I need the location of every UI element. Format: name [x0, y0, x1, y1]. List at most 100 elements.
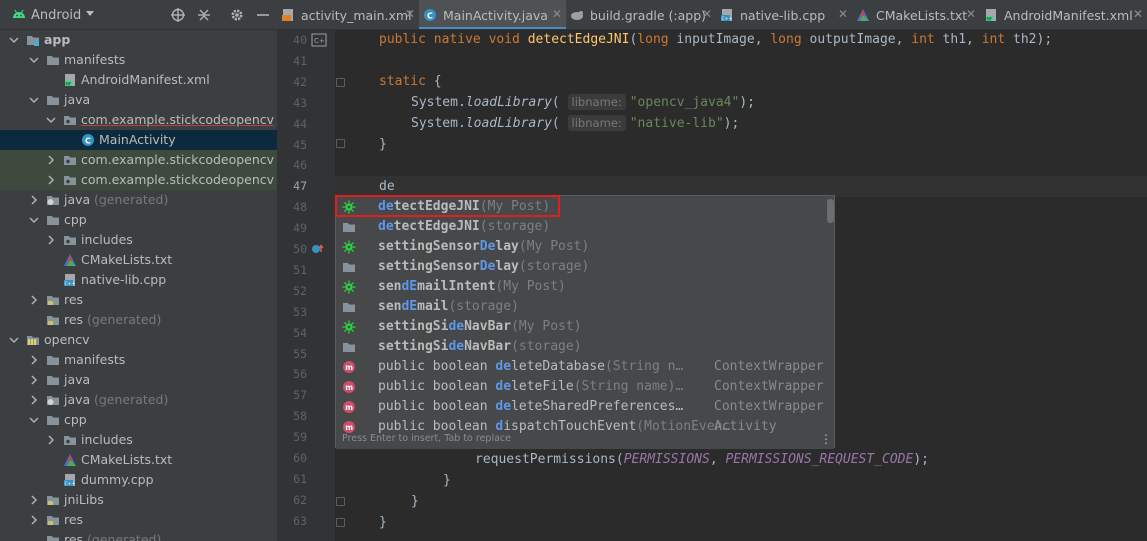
manifest-file-icon: MF [63, 73, 77, 87]
completion-item[interactable]: settingSideNavBar(storage) [336, 337, 834, 357]
chevron-down-icon[interactable] [8, 34, 20, 46]
tree-item-label: MainActivity [99, 132, 176, 147]
chevron-down-icon[interactable] [28, 214, 40, 226]
collapse-all-icon[interactable] [196, 7, 212, 23]
tree-item[interactable]: java (generated) [0, 190, 277, 210]
chevron-right-icon[interactable] [45, 174, 57, 186]
cmake-icon [63, 453, 77, 467]
completion-item[interactable]: settingSideNavBar(My Post) [336, 317, 834, 337]
chevron-right-icon[interactable] [28, 354, 40, 366]
tree-item[interactable]: com.example.stickcodeopencv [0, 110, 277, 130]
res-folder-icon [46, 513, 60, 527]
tree-item[interactable]: CMakeLists.txt [0, 450, 277, 470]
tree-item[interactable]: C++ native-lib.cpp [0, 270, 277, 290]
line-number: 43 [293, 95, 307, 110]
tree-item[interactable]: includes [0, 230, 277, 250]
line-number: 52 [293, 283, 307, 298]
completion-item[interactable]: settingSensorDelay(storage) [336, 257, 834, 277]
chevron-down-icon[interactable] [8, 334, 20, 346]
chevron-down-icon[interactable] [28, 54, 40, 66]
tree-item[interactable]: java [0, 90, 277, 110]
line-number: 42 [293, 74, 307, 89]
chevron-right-icon[interactable] [28, 374, 40, 386]
project-view-selector[interactable]: Android [31, 8, 81, 23]
tree-item-label: CMakeLists.txt [81, 252, 173, 267]
method-icon: m [342, 380, 356, 394]
completion-item[interactable]: detectEdgeJNI(storage) [336, 217, 834, 237]
fold-marker[interactable] [336, 139, 345, 148]
tree-item[interactable]: cpp [0, 210, 277, 230]
editor-tab[interactable]: activity_main.xml ✕ [277, 0, 419, 29]
tree-item[interactable]: res (generated) [0, 310, 277, 330]
tree-item[interactable]: CMakeLists.txt [0, 250, 277, 270]
close-icon[interactable]: ✕ [966, 7, 976, 21]
code-line-47-typed[interactable]: de [379, 179, 395, 194]
tree-item[interactable]: opencv [0, 330, 277, 350]
tree-item[interactable]: app [0, 30, 277, 50]
tree-item[interactable]: cpp [0, 410, 277, 430]
completion-item[interactable]: sendEmail(storage) [336, 297, 834, 317]
chevron-right-icon[interactable] [28, 194, 40, 206]
tree-item-hint: (generated) [87, 532, 162, 541]
line-number: 57 [293, 388, 307, 403]
completion-scrollbar[interactable] [827, 199, 834, 223]
chevron-right-icon[interactable] [45, 434, 57, 446]
chevron-right-icon[interactable] [45, 154, 57, 166]
more-options-icon[interactable]: ⋮ [820, 432, 832, 446]
override-method-icon[interactable] [311, 243, 325, 255]
library-module-icon [26, 333, 40, 347]
editor-tab-bar: activity_main.xml ✕ C MainActivity.java ✕ bui… [277, 0, 1147, 30]
tree-item[interactable]: C MainActivity [0, 130, 277, 150]
completion-item-type: ContextWrapper [714, 379, 824, 394]
chevron-down-icon[interactable] [45, 114, 57, 126]
tree-item[interactable]: res [0, 510, 277, 530]
folder-icon [46, 213, 60, 227]
gear-icon[interactable] [229, 7, 245, 23]
editor-tab[interactable]: C++ native-lib.cpp ✕ [716, 0, 852, 29]
tree-item[interactable]: includes [0, 430, 277, 450]
tree-item[interactable]: manifests [0, 50, 277, 70]
tree-item-label: dummy.cpp [81, 472, 154, 487]
tree-item[interactable]: manifests [0, 350, 277, 370]
tree-item[interactable]: res [0, 290, 277, 310]
tree-item[interactable]: jniLibs [0, 490, 277, 510]
close-icon[interactable]: ✕ [405, 7, 415, 21]
tree-item[interactable]: res (generated) [0, 530, 277, 541]
editor-tab[interactable]: C MainActivity.java ✕ [419, 0, 566, 29]
tree-item[interactable]: com.example.stickcodeopencv(test) [0, 170, 277, 190]
completion-item-text: public boolean deleteDatabase(String n… [378, 359, 684, 374]
chevron-down-icon[interactable] [28, 414, 40, 426]
fold-marker[interactable] [336, 78, 345, 87]
close-icon[interactable]: ✕ [702, 7, 712, 21]
chevron-down-icon[interactable] [28, 94, 40, 106]
editor-tab[interactable]: MF AndroidManifest.xml ✕ [980, 0, 1147, 29]
chevron-right-icon[interactable] [45, 234, 57, 246]
tree-item[interactable]: MF AndroidManifest.xml [0, 70, 277, 90]
completion-item[interactable]: m public boolean deleteFile(String name)…… [336, 377, 834, 397]
locate-target-icon[interactable] [170, 7, 186, 23]
jni-native-method-icon[interactable]: C++ [311, 33, 327, 47]
chevron-right-icon[interactable] [28, 494, 40, 506]
completion-item[interactable]: m public boolean deleteDatabase(String n…… [336, 357, 834, 377]
chevron-right-icon[interactable] [28, 514, 40, 526]
chevron-down-icon[interactable] [86, 11, 94, 16]
close-icon[interactable]: ✕ [838, 7, 848, 21]
tree-item[interactable]: java [0, 370, 277, 390]
close-icon[interactable]: ✕ [552, 7, 562, 21]
editor-tab[interactable]: build.gradle (:app) ✕ [566, 0, 716, 29]
completion-item[interactable]: settingSensorDelay(My Post) [336, 237, 834, 257]
close-icon[interactable]: ✕ [1133, 7, 1143, 21]
completion-item[interactable]: sendEmailIntent(My Post) [336, 277, 834, 297]
chevron-right-icon[interactable] [28, 394, 40, 406]
minimize-icon[interactable] [255, 7, 271, 23]
method-icon: m [342, 400, 356, 414]
fold-marker[interactable] [336, 518, 345, 527]
tree-item[interactable]: com.example.stickcodeopencv(andr [0, 150, 277, 170]
tree-item[interactable]: java (generated) [0, 390, 277, 410]
fold-marker[interactable] [336, 497, 345, 506]
code-line-63: } [379, 515, 387, 530]
chevron-right-icon[interactable] [28, 294, 40, 306]
editor-tab[interactable]: CMakeLists.txt ✕ [852, 0, 980, 29]
tree-item[interactable]: C++ dummy.cpp [0, 470, 277, 490]
completion-item[interactable]: m public boolean deleteSharedPreferences…… [336, 397, 834, 417]
